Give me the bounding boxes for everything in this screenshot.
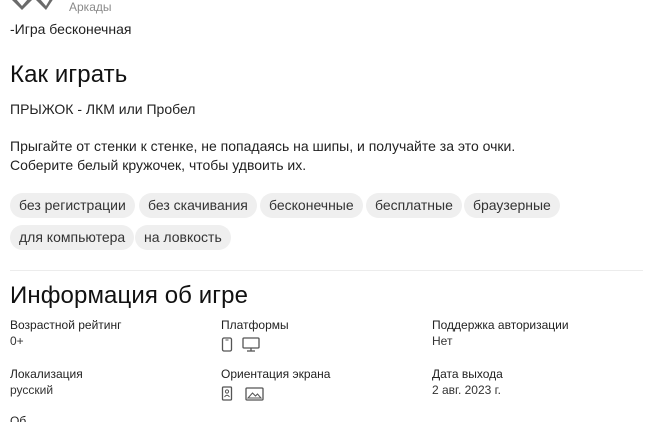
- localization-value: русский: [10, 383, 54, 397]
- description-last-line: -Игра бесконечная: [10, 21, 132, 37]
- tag-endless[interactable]: бесконечные: [260, 193, 363, 218]
- age-rating-value: 0+: [10, 334, 24, 348]
- next-info-label: Об: [10, 414, 27, 422]
- tag-browser[interactable]: браузерные: [464, 193, 560, 218]
- tag-no-download[interactable]: без скачивания: [139, 193, 257, 218]
- desktop-icon: [242, 337, 260, 352]
- tag-for-computer[interactable]: для компьютера: [10, 225, 135, 250]
- game-info-heading: Информация об игре: [10, 282, 249, 309]
- rules-text-line-2: Соберите белый кружочек, чтобы удвоить и…: [10, 157, 307, 173]
- auth-support-label: Поддержка авторизации: [432, 318, 569, 332]
- platforms-label: Платформы: [221, 318, 289, 332]
- orientation-label: Ориентация экрана: [221, 367, 331, 381]
- rules-text-line-1: Прыгайте от стенки к стенке, не попадаяс…: [10, 138, 516, 154]
- tag-no-registration[interactable]: без регистрации: [10, 193, 135, 218]
- release-date-value: 2 авг. 2023 г.: [432, 383, 501, 397]
- game-category[interactable]: Аркады: [69, 0, 112, 14]
- age-rating-label: Возрастной рейтинг: [10, 318, 122, 332]
- localization-label: Локализация: [10, 367, 83, 381]
- game-header-strip: Аркады: [0, 0, 650, 14]
- controls-text: ПРЫЖОК - ЛКМ или Пробел: [10, 101, 196, 117]
- release-date-label: Дата выхода: [432, 367, 503, 381]
- tag-free[interactable]: бесплатные: [366, 193, 462, 218]
- mobile-icon: [221, 337, 233, 352]
- auth-support-value: Нет: [432, 334, 453, 348]
- section-divider: [10, 270, 643, 271]
- tag-agility[interactable]: на ловкость: [135, 225, 231, 250]
- landscape-icon: [245, 387, 264, 401]
- game-avatar[interactable]: [8, 0, 56, 10]
- portrait-icon: [221, 386, 233, 401]
- how-to-play-heading: Как играть: [10, 61, 128, 88]
